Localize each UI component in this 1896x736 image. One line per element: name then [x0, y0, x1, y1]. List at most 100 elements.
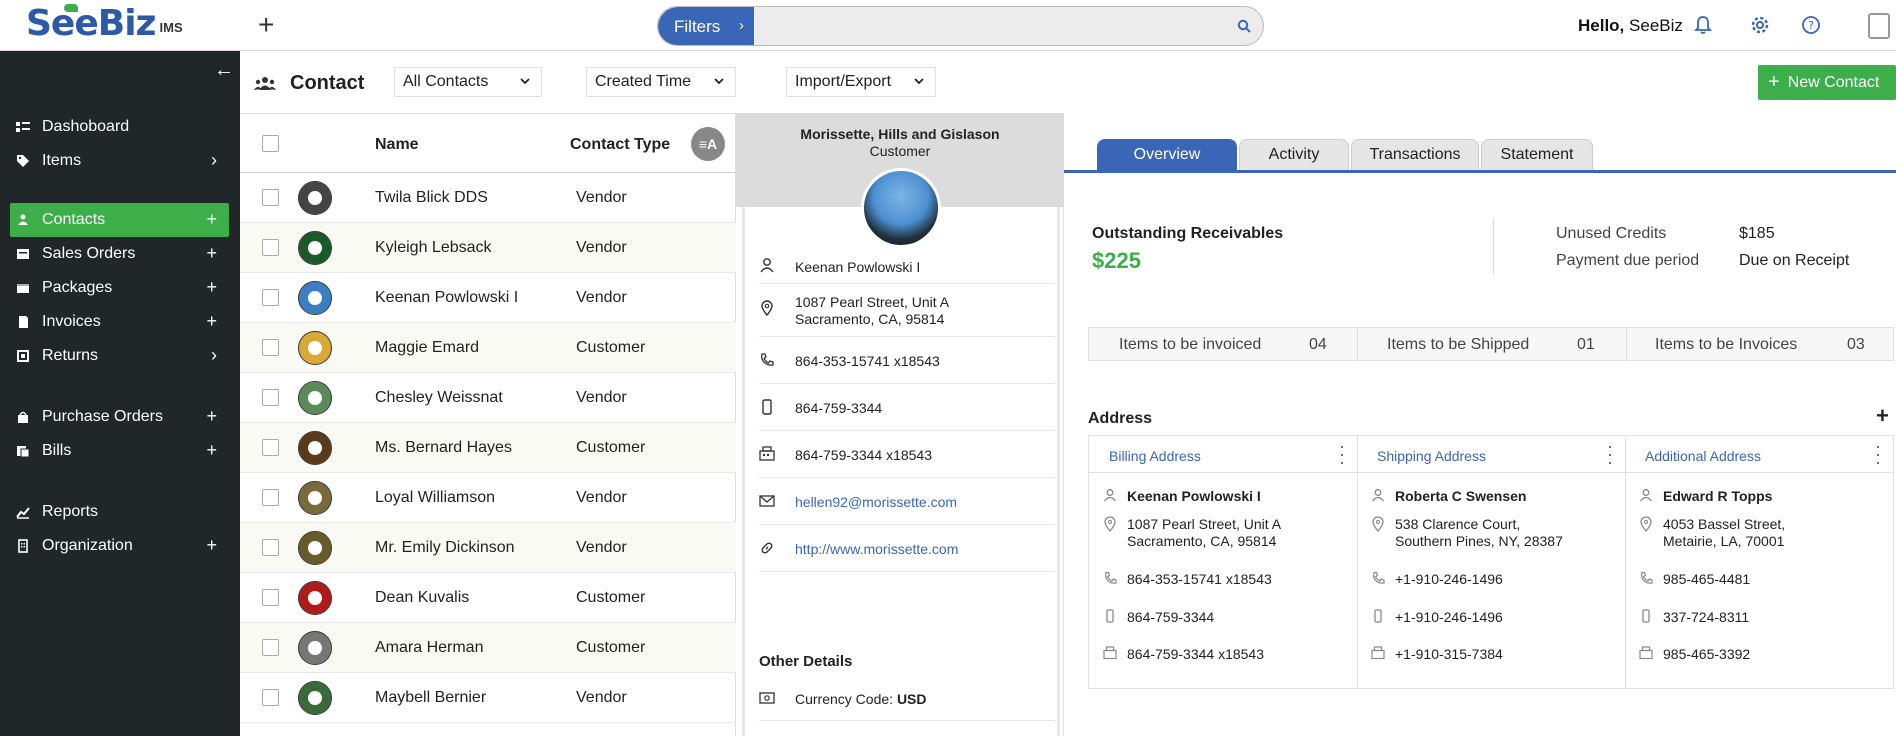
- tab-activity[interactable]: Activity: [1239, 139, 1349, 170]
- add-purchase-order-plus-icon[interactable]: +: [206, 406, 217, 427]
- company-name: Morissette, Hills and Gislason: [800, 126, 1000, 142]
- table-row[interactable]: Dean Kuvalis Customer: [240, 573, 736, 623]
- sidebar-item-dashboard[interactable]: Dashoboard: [10, 110, 229, 144]
- contact-name[interactable]: Kyleigh Lebsack: [375, 239, 492, 257]
- row-checkbox[interactable]: [262, 489, 279, 506]
- contact-name[interactable]: Mr. Emily Dickinson: [375, 539, 515, 557]
- sort-by-dropdown[interactable]: Created Time: [586, 67, 736, 97]
- all-contacts-dropdown[interactable]: All Contacts: [394, 67, 542, 97]
- import-export-dropdown[interactable]: Import/Export: [786, 67, 936, 97]
- column-header-contact-type[interactable]: Contact Type: [570, 136, 670, 154]
- contact-name[interactable]: Ms. Bernard Hayes: [375, 439, 512, 457]
- add-address-plus-icon[interactable]: +: [1876, 403, 1889, 429]
- arrow-left-icon[interactable]: ←: [214, 59, 234, 82]
- sidebar-item-bills[interactable]: Bills +: [10, 434, 229, 468]
- chevron-right-icon: ›: [211, 345, 217, 365]
- tab-overview[interactable]: Overview: [1097, 139, 1237, 170]
- tab-transactions[interactable]: Transactions: [1351, 139, 1479, 170]
- contact-name[interactable]: Dean Kuvalis: [375, 589, 469, 607]
- more-vertical-icon[interactable]: · · ·: [1339, 437, 1345, 471]
- row-checkbox[interactable]: [262, 239, 279, 256]
- new-contact-button[interactable]: + New Contact: [1758, 65, 1896, 100]
- stat-items-shipped: Items to be Shipped: [1387, 336, 1530, 353]
- row-checkbox[interactable]: [262, 389, 279, 406]
- address-card: Additional Address · · · Edward R Topps 4053 …: [1625, 436, 1893, 690]
- sort-alpha-icon[interactable]: ≡A: [691, 127, 725, 161]
- table-row[interactable]: Maggie Emard Customer: [240, 323, 736, 373]
- row-checkbox[interactable]: [262, 539, 279, 556]
- row-checkbox[interactable]: [262, 339, 279, 356]
- row-checkbox[interactable]: [262, 289, 279, 306]
- contact-type: Vendor: [576, 189, 627, 206]
- gear-icon[interactable]: [1750, 15, 1770, 35]
- add-package-plus-icon[interactable]: +: [206, 277, 217, 298]
- search-icon[interactable]: [1237, 19, 1251, 33]
- email-link[interactable]: hellen92@morissette.com: [795, 494, 957, 511]
- filters-button[interactable]: Filters ›: [658, 7, 754, 45]
- address-type-label: Billing Address: [1109, 448, 1201, 464]
- contact-name[interactable]: Chesley Weissnat: [375, 389, 503, 407]
- row-checkbox[interactable]: [262, 639, 279, 656]
- contact-name[interactable]: Keenan Powlowski I: [375, 289, 518, 307]
- link-icon: [759, 540, 775, 556]
- app-logo[interactable]: See Biz IMS: [26, 3, 183, 44]
- contact-name[interactable]: Maybell Bernier: [375, 689, 486, 707]
- add-bill-plus-icon[interactable]: +: [206, 440, 217, 461]
- divider: [1357, 328, 1358, 362]
- sidebar-item-contacts[interactable]: Contacts +: [10, 203, 229, 237]
- contact-name[interactable]: Loyal Williamson: [375, 489, 495, 507]
- table-row[interactable]: Kyleigh Lebsack Vendor: [240, 223, 736, 273]
- table-row[interactable]: Mr. Emily Dickinson Vendor: [240, 523, 736, 573]
- more-vertical-icon[interactable]: · · ·: [1875, 437, 1881, 471]
- mail-icon: [759, 494, 775, 508]
- add-organization-plus-icon[interactable]: +: [206, 535, 217, 556]
- add-invoice-plus-icon[interactable]: +: [206, 311, 217, 332]
- table-row[interactable]: Twila Blick DDS Vendor: [240, 173, 736, 223]
- item-stats-bar: Items to be invoiced 04 Items to be Ship…: [1088, 327, 1894, 362]
- table-row[interactable]: Chesley Weissnat Vendor: [240, 373, 736, 423]
- contact-name[interactable]: Amara Herman: [375, 639, 483, 657]
- building-icon[interactable]: [1868, 13, 1890, 39]
- add-contact-plus-icon[interactable]: +: [206, 209, 217, 230]
- person-icon: [1371, 488, 1385, 502]
- plus-icon: +: [1768, 71, 1780, 93]
- sidebar-item-items[interactable]: Items ›: [10, 144, 229, 178]
- sidebar-item-returns[interactable]: Returns ›: [10, 339, 229, 373]
- help-icon[interactable]: ?: [1801, 15, 1821, 35]
- address-heading: Address: [1088, 410, 1153, 427]
- row-checkbox[interactable]: [262, 439, 279, 456]
- address-phone: +1-910-246-1496: [1395, 571, 1503, 587]
- search-input[interactable]: [754, 7, 1224, 45]
- table-row[interactable]: Keenan Powlowski I Vendor: [240, 273, 736, 323]
- sidebar-item-purchase-orders[interactable]: Purchase Orders +: [10, 400, 229, 434]
- website-link[interactable]: http://www.morissette.com: [795, 541, 958, 558]
- address-mobile: 337-724-8311: [1663, 609, 1750, 625]
- row-checkbox[interactable]: [262, 189, 279, 206]
- row-checkbox[interactable]: [262, 689, 279, 706]
- table-row[interactable]: Ms. Bernard Hayes Customer: [240, 423, 736, 473]
- sidebar-item-packages[interactable]: Packages +: [10, 271, 229, 305]
- add-sales-order-plus-icon[interactable]: +: [206, 243, 217, 264]
- sidebar-item-reports[interactable]: Reports: [10, 495, 229, 529]
- bell-icon[interactable]: [1694, 15, 1712, 35]
- tab-statement[interactable]: Statement: [1481, 139, 1593, 170]
- contact-name[interactable]: Maggie Emard: [375, 339, 479, 357]
- contact-name[interactable]: Twila Blick DDS: [375, 189, 488, 207]
- sidebar-item-invoices[interactable]: Invoices +: [10, 305, 229, 339]
- more-vertical-icon[interactable]: · · ·: [1607, 437, 1613, 471]
- sidebar-item-organization[interactable]: Organization +: [10, 529, 229, 563]
- sales-orders-icon: [16, 247, 30, 261]
- column-header-name[interactable]: Name: [375, 136, 419, 154]
- table-row[interactable]: Loyal Williamson Vendor: [240, 473, 736, 523]
- tab-bar: Overview Activity Transactions Statement: [1064, 113, 1896, 173]
- table-row[interactable]: Amara Herman Customer: [240, 623, 736, 673]
- payment-due-label: Payment due period: [1556, 252, 1700, 269]
- address-fax: 864-759-3344 x18543: [1127, 646, 1265, 662]
- table-row[interactable]: Maybell Bernier Vendor: [240, 673, 736, 723]
- sidebar-item-sales-orders[interactable]: Sales Orders +: [10, 237, 229, 271]
- quick-add-plus-icon[interactable]: +: [258, 11, 274, 39]
- select-all-checkbox[interactable]: [262, 135, 279, 152]
- mobile-row: 864-759-3344: [759, 384, 1055, 431]
- row-checkbox[interactable]: [262, 589, 279, 606]
- contact-header: Contact All Contacts Created Time Import…: [240, 51, 1896, 113]
